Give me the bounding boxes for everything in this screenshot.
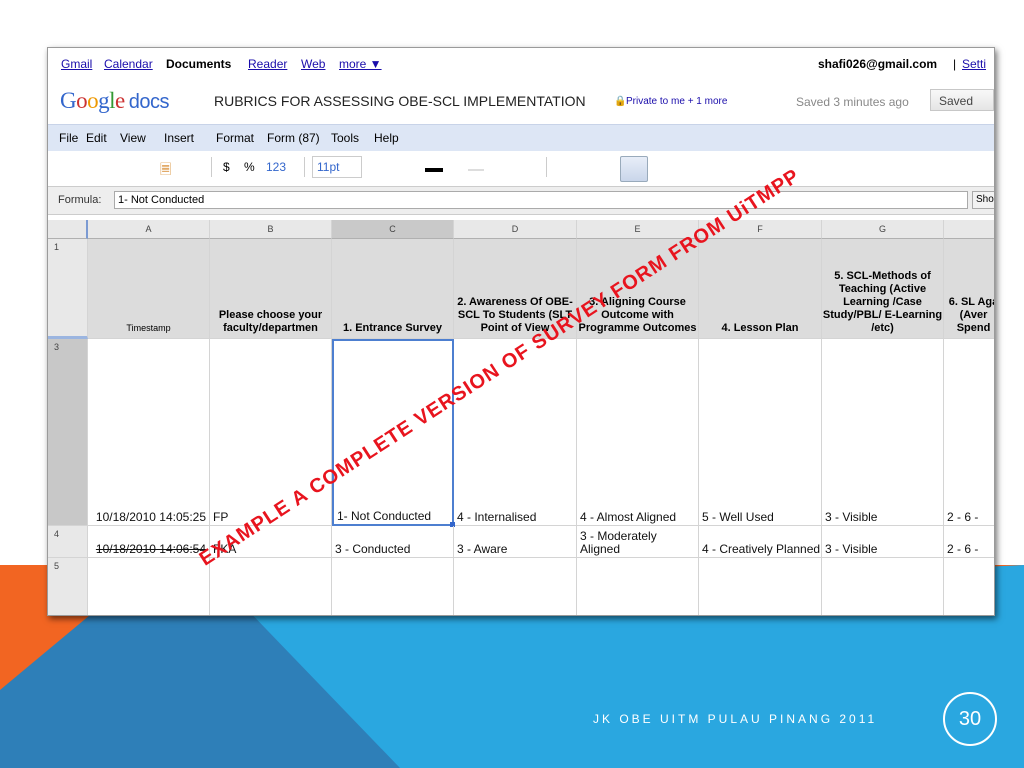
saved-button[interactable]: Saved [930, 89, 994, 111]
corner-cell[interactable] [48, 220, 88, 239]
formula-bar: Formula: 1- Not Conducted Sho [48, 186, 994, 215]
doc-title-bar: Google docs RUBRICS FOR ASSESSING OBE-SCL… [48, 76, 994, 120]
nav-calendar-link[interactable]: Calendar [104, 57, 153, 71]
menu-bar: File Edit View Insert Format Form (87) T… [48, 124, 994, 152]
lock-icon: 🔒 [614, 96, 627, 107]
nav-reader-link[interactable]: Reader [248, 57, 287, 71]
table-cell[interactable] [88, 558, 210, 615]
toolbar-divider [304, 157, 305, 177]
header-cell-scl-methods[interactable]: 5. SCL-Methods of Teaching (Active Learn… [822, 239, 944, 339]
percent-button[interactable]: % [244, 160, 255, 174]
menu-form[interactable]: Form (87) [267, 131, 320, 145]
borders-button[interactable] [620, 156, 648, 182]
header-cell-entrance-survey[interactable]: 1. Entrance Survey [332, 239, 454, 339]
saved-status: Saved 3 minutes ago [796, 95, 909, 109]
slide-footer: JK OBE UITM PULAU PINANG 2011 [593, 712, 878, 726]
nav-documents-link[interactable]: Documents [166, 57, 231, 71]
spreadsheet-screenshot: Gmail Calendar Documents Reader Web more… [47, 47, 995, 616]
row-header-4[interactable]: 4 [48, 526, 88, 558]
menu-file[interactable]: File [59, 131, 78, 145]
column-header-a[interactable]: A [88, 220, 210, 239]
menu-view[interactable]: View [120, 131, 146, 145]
menu-help[interactable]: Help [374, 131, 399, 145]
table-cell[interactable] [699, 558, 822, 615]
user-email: shafi026@gmail.com [818, 57, 938, 71]
table-cell[interactable]: 3 - Visible [822, 526, 944, 558]
toolbar-divider [546, 157, 547, 177]
sharing-status-link[interactable]: Private to me + 1 more [626, 96, 727, 107]
doc-title[interactable]: RUBRICS FOR ASSESSING OBE-SCL IMPLEMENTA… [214, 93, 586, 109]
nav-gmail-link[interactable]: Gmail [61, 57, 92, 71]
menu-format[interactable]: Format [216, 131, 254, 145]
column-header-h[interactable] [944, 220, 994, 239]
table-cell[interactable]: 5 - Well Used [699, 339, 822, 526]
google-docs-logo[interactable]: Google docs [60, 88, 169, 114]
table-cell[interactable]: 2 - 6 - [944, 339, 994, 526]
nav-web-link[interactable]: Web [301, 57, 325, 71]
slide-page-number: 30 [943, 692, 997, 746]
nav-separator: | [953, 57, 957, 71]
show-button[interactable]: Sho [972, 191, 994, 209]
fill-color-icon[interactable] [468, 169, 484, 171]
header-cell-lesson-plan[interactable]: 4. Lesson Plan [699, 239, 822, 339]
currency-button[interactable]: $ [223, 160, 230, 174]
menu-edit[interactable]: Edit [86, 131, 107, 145]
print-icon[interactable]: 🗏 [160, 159, 171, 183]
number-format-button[interactable]: 123 [266, 160, 286, 174]
table-cell[interactable]: 3 - Visible [822, 339, 944, 526]
table-cell[interactable]: 4 - Creatively Planned [699, 526, 822, 558]
table-cell[interactable] [822, 558, 944, 615]
column-header-d[interactable]: D [454, 220, 577, 239]
table-cell[interactable]: 3 - Moderately Aligned [577, 526, 699, 558]
column-header-c[interactable]: C [332, 220, 454, 239]
google-logo-text: Google [60, 88, 125, 113]
docs-logo-text: docs [128, 91, 170, 113]
table-cell[interactable]: 3 - Conducted [332, 526, 454, 558]
nav-settings-link[interactable]: Setti [962, 57, 986, 71]
table-cell[interactable] [577, 558, 699, 615]
google-top-nav: Gmail Calendar Documents Reader Web more… [48, 48, 994, 72]
formula-label: Formula: [58, 194, 102, 206]
table-cell[interactable]: 10/18/2010 14:05:25 [88, 339, 210, 526]
row-header-1[interactable]: 1 [48, 239, 88, 339]
header-cell-sl-against[interactable]: 6. SL Aga (Aver Spend [944, 239, 994, 339]
table-cell[interactable]: 2 - 6 - [944, 526, 994, 558]
font-size-select[interactable]: 11pt [312, 156, 362, 178]
header-cell-timestamp[interactable]: Timestamp [88, 239, 210, 339]
menu-insert[interactable]: Insert [164, 131, 194, 145]
table-cell[interactable] [210, 558, 332, 615]
table-cell[interactable] [454, 558, 577, 615]
table-cell[interactable]: 4 - Almost Aligned [577, 339, 699, 526]
row-header-5[interactable]: 5 [48, 558, 88, 615]
menu-tools[interactable]: Tools [331, 131, 359, 145]
table-cell[interactable]: 3 - Aware [454, 526, 577, 558]
column-header-b[interactable]: B [210, 220, 332, 239]
table-cell[interactable] [332, 558, 454, 615]
column-header-g[interactable]: G [822, 220, 944, 239]
text-color-icon[interactable] [425, 168, 443, 172]
table-cell[interactable]: 10/18/2010 14:06:54 [88, 526, 210, 558]
nav-more-link[interactable]: more ▼ [339, 57, 382, 71]
header-cell-faculty[interactable]: Please choose your faculty/departmen [210, 239, 332, 339]
formula-input[interactable]: 1- Not Conducted [114, 191, 968, 209]
table-cell[interactable] [944, 558, 994, 615]
toolbar: 🗏 $ % 123 11pt [48, 151, 994, 185]
toolbar-divider [211, 157, 212, 177]
row-header-3[interactable]: 3 [48, 339, 88, 526]
